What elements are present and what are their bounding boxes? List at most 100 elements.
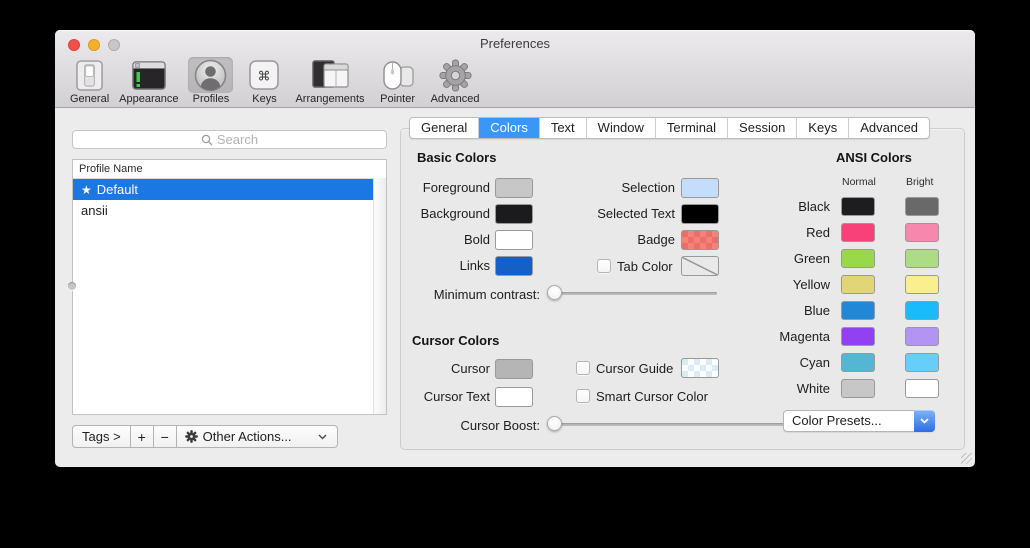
ansi-normal-swatch-red[interactable]	[841, 223, 875, 242]
toolbar-item-profiles[interactable]: Profiles	[183, 56, 238, 106]
chevron-down-icon	[914, 410, 935, 432]
cursor-text-color-well[interactable]	[495, 387, 533, 407]
toolbar-label: Advanced	[431, 93, 480, 105]
window-header: Preferences General Appearance Profiles	[55, 30, 975, 108]
ansi-row-yellow: Yellow	[695, 271, 939, 297]
ansi-bright-swatch-black[interactable]	[905, 197, 939, 216]
ansi-color-label: Red	[695, 225, 830, 240]
profile-actions-bar: Tags > + − Other Actions...	[72, 425, 338, 448]
background-label: Background	[355, 206, 490, 221]
search-placeholder: Search	[217, 132, 258, 147]
ansi-row-red: Red	[695, 219, 939, 245]
toolbar-item-keys[interactable]: ⌘ Keys	[238, 56, 290, 106]
ansi-normal-swatch-white[interactable]	[841, 379, 875, 398]
ansi-bright-swatch-white[interactable]	[905, 379, 939, 398]
toolbar-item-appearance[interactable]: Appearance	[114, 56, 183, 106]
preferences-window: Preferences General Appearance Profiles	[55, 30, 975, 467]
toolbar-label: Keys	[252, 93, 276, 105]
ansi-color-label: Green	[695, 251, 830, 266]
ansi-row-black: Black	[695, 193, 939, 219]
tab-keys[interactable]: Keys	[797, 118, 849, 138]
color-presets-dropdown[interactable]: Color Presets...	[783, 410, 935, 432]
window-resize-grip[interactable]	[961, 453, 972, 464]
profile-list-header[interactable]: Profile Name	[73, 160, 386, 179]
ansi-bright-header: Bright	[906, 176, 933, 188]
ansi-normal-header: Normal	[842, 176, 876, 188]
toolbar-item-pointer[interactable]: Pointer	[370, 56, 426, 106]
toolbar-item-advanced[interactable]: Advanced	[426, 56, 485, 106]
minimum-contrast-slider[interactable]	[547, 285, 717, 301]
tab-bar: GeneralColorsTextWindowTerminalSessionKe…	[409, 117, 930, 139]
tab-color-checkbox[interactable]	[597, 259, 611, 273]
ansi-color-label: Blue	[695, 303, 830, 318]
splitter-handle[interactable]	[68, 282, 76, 290]
cursor-text-label: Cursor Text	[355, 389, 490, 404]
tab-text[interactable]: Text	[540, 118, 587, 138]
selection-label: Selection	[515, 180, 675, 195]
ansi-bright-swatch-yellow[interactable]	[905, 275, 939, 294]
profile-row-ansii[interactable]: ansii	[73, 200, 373, 221]
ansi-row-magenta: Magenta	[695, 323, 939, 349]
tab-colors[interactable]: Colors	[479, 118, 540, 138]
gear-icon	[185, 430, 198, 443]
ansi-normal-swatch-cyan[interactable]	[841, 353, 875, 372]
toolbar-label: Pointer	[380, 93, 415, 105]
toolbar-label: Profiles	[193, 93, 230, 105]
toolbar-item-arrangements[interactable]: Arrangements	[290, 56, 369, 106]
ansi-normal-swatch-yellow[interactable]	[841, 275, 875, 294]
cursor-label: Cursor	[355, 361, 490, 376]
ansi-normal-swatch-magenta[interactable]	[841, 327, 875, 346]
tab-terminal[interactable]: Terminal	[656, 118, 728, 138]
switch-icon	[70, 57, 109, 93]
slider-knob[interactable]	[547, 416, 562, 431]
chevron-down-icon	[318, 434, 327, 440]
profile-name: Default	[97, 182, 138, 197]
other-actions-dropdown[interactable]: Other Actions...	[176, 425, 338, 448]
ansi-bright-swatch-red[interactable]	[905, 223, 939, 242]
tab-session[interactable]: Session	[728, 118, 797, 138]
foreground-label: Foreground	[355, 180, 490, 195]
search-input[interactable]: Search	[72, 130, 387, 149]
ansi-bright-swatch-magenta[interactable]	[905, 327, 939, 346]
ansi-normal-swatch-green[interactable]	[841, 249, 875, 268]
cursor-colors-title: Cursor Colors	[412, 333, 499, 348]
smart-cursor-color-checkbox[interactable]	[576, 389, 590, 403]
cursor-color-well[interactable]	[495, 359, 533, 379]
toolbar-label: Appearance	[119, 93, 178, 105]
tab-advanced[interactable]: Advanced	[849, 118, 929, 138]
toolbar-label: Arrangements	[295, 93, 364, 105]
links-label: Links	[355, 258, 490, 273]
tab-window[interactable]: Window	[587, 118, 656, 138]
ansi-row-cyan: Cyan	[695, 349, 939, 375]
search-icon	[201, 134, 213, 146]
ansi-bright-swatch-blue[interactable]	[905, 301, 939, 320]
smart-cursor-color-label: Smart Cursor Color	[596, 389, 708, 404]
ansi-color-label: Black	[695, 199, 830, 214]
profile-name: ansii	[81, 203, 108, 218]
ansi-colors-title: ANSI Colors	[836, 150, 912, 165]
slider-knob[interactable]	[547, 285, 562, 300]
minimum-contrast-label: Minimum contrast:	[385, 287, 540, 302]
ansi-bright-swatch-green[interactable]	[905, 249, 939, 268]
windows-icon	[306, 57, 355, 93]
toolbar-item-general[interactable]: General	[65, 56, 114, 106]
remove-profile-button[interactable]: −	[153, 425, 177, 448]
cursor-boost-label: Cursor Boost:	[385, 418, 540, 433]
toolbar: General Appearance Profiles ⌘ Keys	[65, 56, 485, 108]
tab-general[interactable]: General	[410, 118, 479, 138]
selected-text-label: Selected Text	[515, 206, 675, 221]
add-profile-button[interactable]: +	[130, 425, 154, 448]
default-star-icon: ★	[81, 183, 92, 197]
ansi-row-green: Green	[695, 245, 939, 271]
cursor-guide-checkbox[interactable]	[576, 361, 590, 375]
slider-track	[547, 292, 717, 295]
profile-row-default[interactable]: ★ Default	[73, 179, 373, 200]
profile-list: Profile Name ★ Default ansii	[72, 159, 387, 415]
ansi-normal-swatch-black[interactable]	[841, 197, 875, 216]
appearance-window-icon	[126, 57, 172, 93]
ansi-normal-swatch-blue[interactable]	[841, 301, 875, 320]
links-color-well[interactable]	[495, 256, 533, 276]
ansi-bright-swatch-cyan[interactable]	[905, 353, 939, 372]
window-title: Preferences	[55, 36, 975, 51]
tags-button[interactable]: Tags >	[72, 425, 131, 448]
